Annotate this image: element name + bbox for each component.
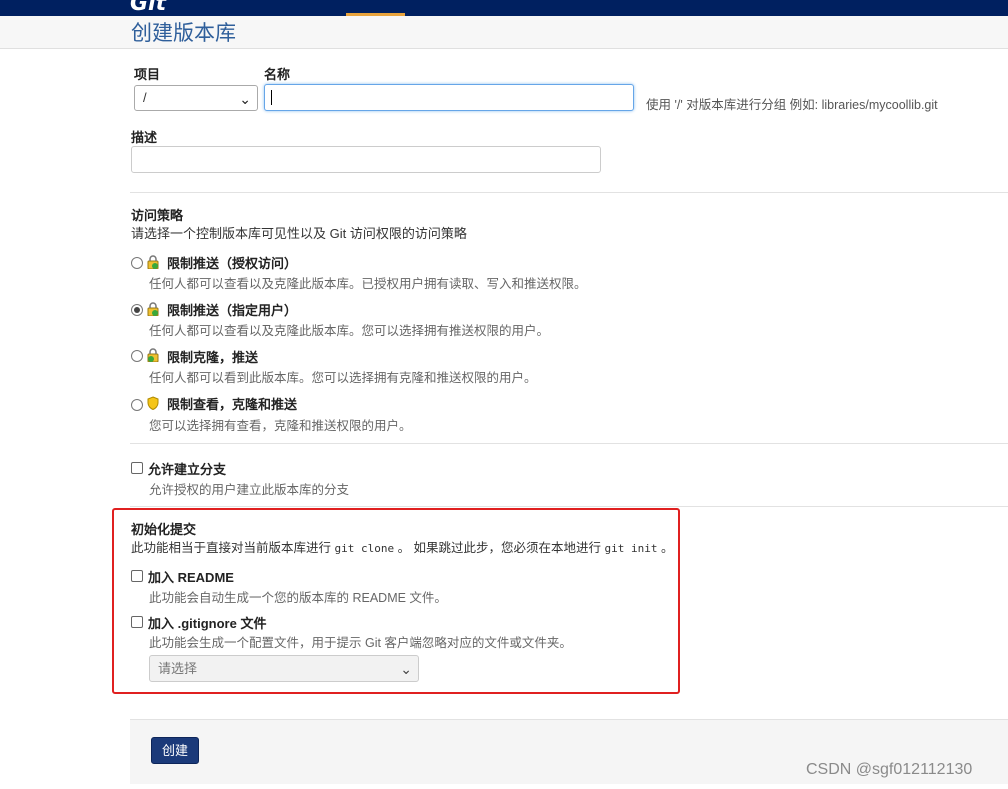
access-option-label-0: 限制推送（授权访问） (167, 256, 298, 271)
description-label: 描述 (131, 130, 158, 145)
access-option-label-2: 限制克隆，推送 (167, 350, 259, 365)
project-label: 项目 (134, 67, 161, 82)
gitignore-select-value: 请选择 (158, 661, 198, 676)
name-hint-text: 使用 '/' 对版本库进行分组 例如: (646, 98, 822, 112)
access-option-desc-2: 任何人都可以看到此版本库。您可以选择拥有克隆和推送权限的用户。 (149, 371, 537, 385)
access-option-desc-3: 您可以选择拥有查看，克隆和推送权限的用户。 (149, 419, 412, 433)
init-commit-description: 此功能相当于直接对当前版本库进行 git clone 。 如果跳过此步，您必须在… (131, 537, 673, 556)
access-policy-title: 访问策略 (131, 208, 184, 223)
readme-description: 此功能会自动生成一个您的版本库的 README 文件。 (149, 591, 447, 605)
watermark: CSDN @sgf012112130 (806, 761, 973, 778)
lock-green-icon (147, 348, 159, 362)
page-title: 创建版本库 (131, 21, 236, 45)
allow-fork-checkbox[interactable] (131, 462, 143, 474)
name-input[interactable] (264, 84, 634, 111)
text-caret (271, 90, 272, 105)
lock-green-icon (147, 302, 159, 316)
init-desc-text-3: 。 (657, 541, 674, 555)
create-button[interactable]: 创建 (151, 737, 199, 764)
gitignore-label: 加入 .gitignore 文件 (148, 616, 267, 631)
name-hint: 使用 '/' 对版本库进行分组 例如: libraries/mycoollib.… (646, 94, 938, 113)
access-option-desc-0: 任何人都可以查看以及克隆此版本库。已授权用户拥有读取、写入和推送权限。 (149, 277, 587, 291)
top-navbar: Git (0, 0, 1008, 16)
project-select[interactable]: / ⌄ (134, 85, 258, 111)
section-divider (130, 506, 1008, 507)
name-label: 名称 (264, 67, 291, 82)
description-input[interactable] (131, 146, 601, 173)
access-policy-description: 请选择一个控制版本库可见性以及 Git 访问权限的访问策略 (131, 226, 467, 241)
init-desc-code-clone: git clone (334, 542, 395, 555)
allow-fork-label: 允许建立分支 (148, 462, 227, 477)
section-divider (130, 192, 1008, 193)
section-divider (130, 443, 1008, 444)
access-option-radio-0[interactable] (131, 257, 143, 269)
access-option-radio-3[interactable] (131, 399, 143, 411)
chevron-down-icon: ⌄ (239, 91, 251, 107)
project-select-value: / (143, 90, 147, 105)
access-option-desc-1: 任何人都可以查看以及克隆此版本库。您可以选择拥有推送权限的用户。 (149, 324, 550, 338)
name-hint-example: libraries/mycoollib.git (821, 98, 938, 112)
init-desc-text-2: 。 如果跳过此步，您必须在本地进行 (394, 541, 605, 555)
shield-yellow-icon (147, 396, 159, 410)
access-option-radio-1[interactable] (131, 304, 143, 316)
allow-fork-description: 允许授权的用户建立此版本库的分支 (149, 483, 350, 497)
access-option-radio-2[interactable] (131, 350, 143, 362)
access-option-label-1: 限制推送（指定用户） (167, 303, 298, 318)
gitignore-template-select[interactable]: 请选择 ⌄ (149, 655, 419, 682)
access-option-label-3: 限制查看，克隆和推送 (167, 397, 298, 412)
gitignore-description: 此功能会生成一个配置文件，用于提示 Git 客户端忽略对应的文件或文件夹。 (149, 636, 572, 650)
chevron-down-icon: ⌄ (400, 661, 412, 677)
readme-label: 加入 README (148, 570, 234, 585)
gitignore-checkbox[interactable] (131, 616, 143, 628)
init-desc-code-init: git init (604, 542, 658, 555)
readme-checkbox[interactable] (131, 570, 143, 582)
app-logo[interactable]: Git (130, 0, 166, 16)
init-desc-text-1: 此功能相当于直接对当前版本库进行 (131, 541, 335, 555)
init-commit-title: 初始化提交 (131, 522, 197, 537)
lock-green-icon (147, 255, 159, 269)
